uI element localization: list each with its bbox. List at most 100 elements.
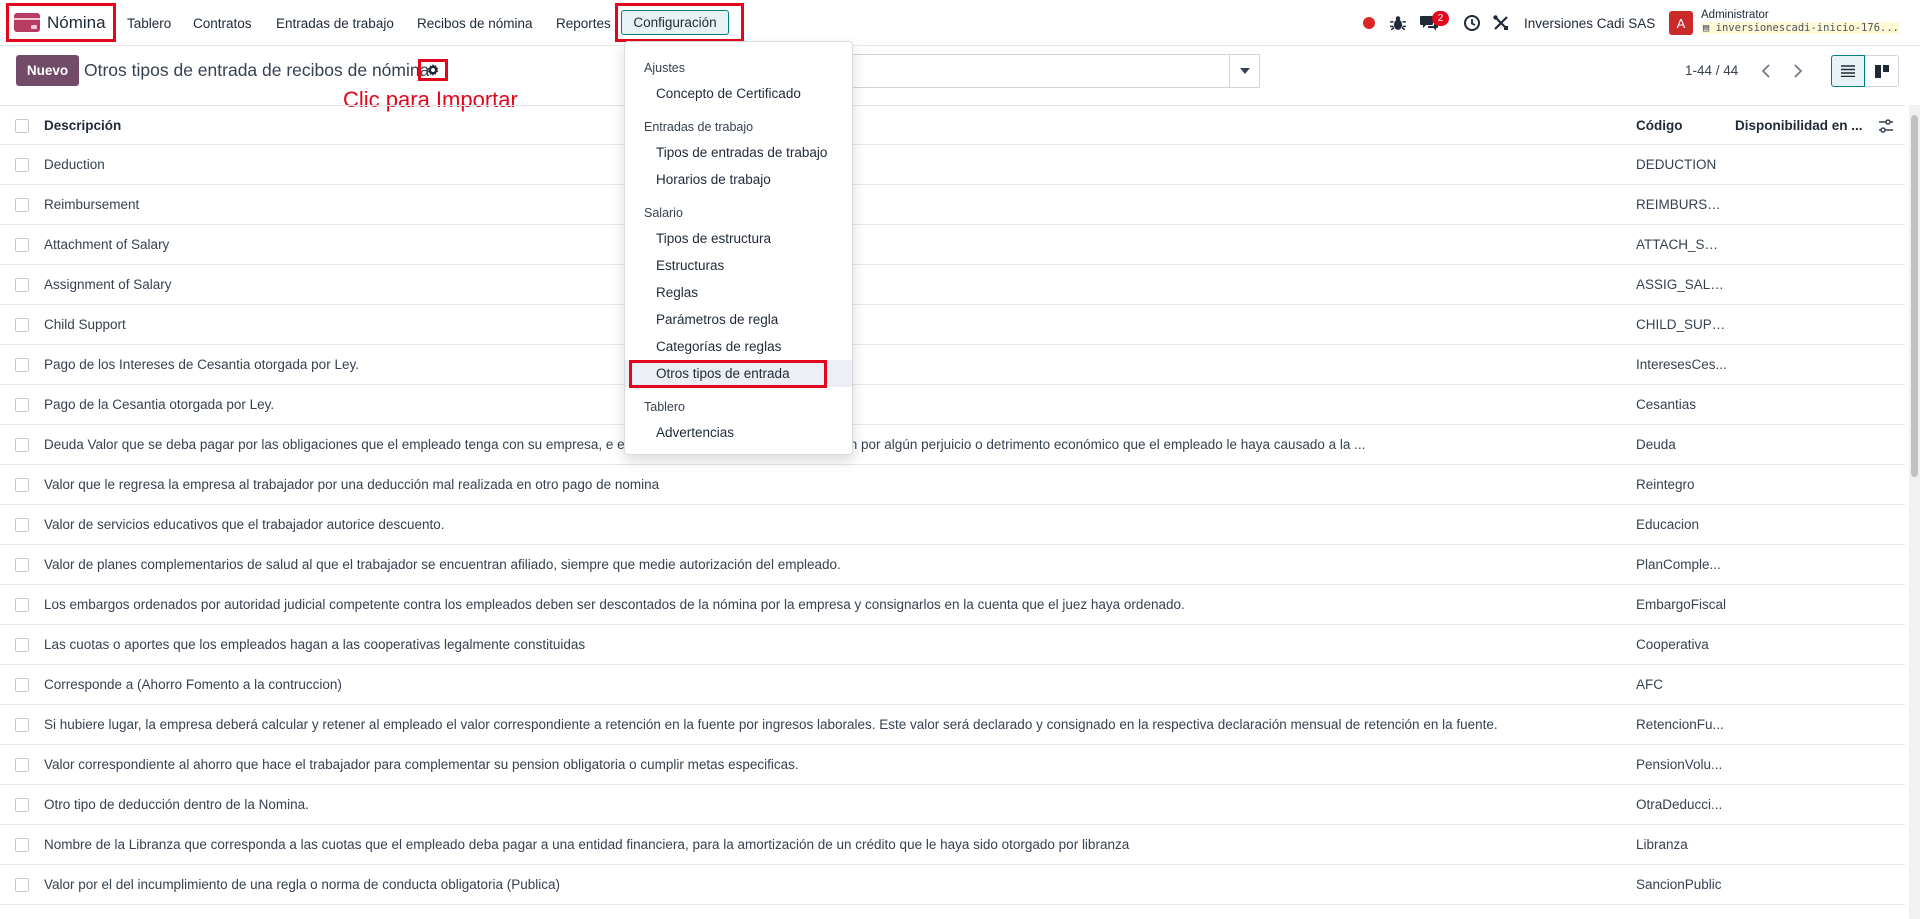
menu-item-reglas[interactable]: Reglas xyxy=(656,285,698,300)
menu-reportes[interactable]: Reportes xyxy=(556,0,611,46)
cell-description[interactable]: Si hubiere lugar, la empresa deberá calc… xyxy=(44,705,1629,745)
row-checkbox[interactable] xyxy=(15,798,29,812)
search-options-toggle[interactable] xyxy=(1229,54,1260,88)
menu-item-categorias-de-reglas[interactable]: Categorías de reglas xyxy=(656,339,781,354)
table-row[interactable]: Nombre de la Libranza que corresponda a … xyxy=(0,825,1905,865)
table-row[interactable]: Corresponde a (Ahorro Fomento a la contr… xyxy=(0,665,1905,705)
table-row[interactable]: Valor de planes complementarios de salud… xyxy=(0,545,1905,585)
row-checkbox[interactable] xyxy=(15,598,29,612)
cell-code[interactable]: REIMBURSE... xyxy=(1636,185,1727,225)
cell-code[interactable]: DEDUCTION xyxy=(1636,145,1727,185)
menu-item-tipos-de-estructura[interactable]: Tipos de estructura xyxy=(656,231,771,246)
menu-item-tipos-de-entradas-de-trabajo[interactable]: Tipos de entradas de trabajo xyxy=(656,145,827,160)
cell-code[interactable]: Cesantias xyxy=(1636,385,1727,425)
cell-description[interactable]: Los embargos ordenados por autoridad jud… xyxy=(44,585,1629,625)
company-switcher[interactable]: Inversiones Cadi SAS xyxy=(1524,0,1655,46)
table-row[interactable]: Deduction DEDUCTION xyxy=(0,145,1905,185)
menu-item-parametros-de-regla[interactable]: Parámetros de regla xyxy=(656,312,778,327)
row-checkbox[interactable] xyxy=(15,318,29,332)
cell-description[interactable]: Nombre de la Libranza que corresponda a … xyxy=(44,825,1629,865)
pager-next-button[interactable] xyxy=(1783,56,1813,86)
menu-tablero[interactable]: Tablero xyxy=(127,0,171,46)
cell-description[interactable]: Valor de servicios educativos que el tra… xyxy=(44,505,1629,545)
table-row[interactable]: Attachment of Salary ATTACH_SAL... xyxy=(0,225,1905,265)
actions-gear-button[interactable] xyxy=(418,59,448,81)
kanban-view-button[interactable] xyxy=(1865,55,1899,87)
table-row[interactable]: Pago de la Cesantia otorgada por Ley. Ces… xyxy=(0,385,1905,425)
cell-description[interactable]: Valor por el del incumplimiento de una r… xyxy=(44,865,1629,905)
menu-entradas-de-trabajo[interactable]: Entradas de trabajo xyxy=(276,0,394,46)
row-checkbox[interactable] xyxy=(15,878,29,892)
table-row[interactable]: Otro tipo de deducción dentro de la Nomi… xyxy=(0,785,1905,825)
cell-code[interactable]: SancionPublic xyxy=(1636,865,1727,905)
cell-code[interactable]: Reintegro xyxy=(1636,465,1727,505)
cell-code[interactable]: Libranza xyxy=(1636,825,1727,865)
cell-description[interactable]: Corresponde a (Ahorro Fomento a la contr… xyxy=(44,665,1629,705)
row-checkbox[interactable] xyxy=(15,158,29,172)
cell-code[interactable]: Cooperativa xyxy=(1636,625,1727,665)
cell-description[interactable]: Valor correspondiente al ahorro que hace… xyxy=(44,745,1629,785)
cell-code[interactable]: Educacion xyxy=(1636,505,1727,545)
pager-value[interactable]: 1-44 / 44 xyxy=(1685,63,1738,78)
table-row[interactable]: Pago de los Intereses de Cesantia otorga… xyxy=(0,345,1905,385)
menu-item-otros-tipos-de-entrada[interactable]: Otros tipos de entrada xyxy=(656,366,790,381)
row-checkbox[interactable] xyxy=(15,718,29,732)
row-checkbox[interactable] xyxy=(15,758,29,772)
cell-code[interactable]: EmbargoFiscal xyxy=(1636,585,1727,625)
activity-clock-icon[interactable] xyxy=(1463,14,1481,32)
table-row[interactable]: Valor que le regresa la empresa al traba… xyxy=(0,465,1905,505)
cell-code[interactable]: ASSIG_SALA... xyxy=(1636,265,1727,305)
menu-recibos-de-nomina[interactable]: Recibos de nómina xyxy=(417,0,533,46)
menu-item-concepto-de-certificado[interactable]: Concepto de Certificado xyxy=(656,86,801,101)
cell-description[interactable]: Otro tipo de deducción dentro de la Nomi… xyxy=(44,785,1629,825)
pager-previous-button[interactable] xyxy=(1751,56,1781,86)
table-row[interactable]: Los embargos ordenados por autoridad jud… xyxy=(0,585,1905,625)
debug-bug-icon[interactable] xyxy=(1389,14,1407,32)
row-checkbox[interactable] xyxy=(15,358,29,372)
cell-code[interactable]: InteresesCes... xyxy=(1636,345,1727,385)
list-scrollbar[interactable] xyxy=(1909,105,1920,919)
table-row[interactable]: Reimbursement REIMBURSE... xyxy=(0,185,1905,225)
cell-description[interactable]: Valor de planes complementarios de salud… xyxy=(44,545,1629,585)
menu-configuracion[interactable]: Configuración xyxy=(621,10,729,35)
cell-code[interactable]: ATTACH_SAL... xyxy=(1636,225,1727,265)
table-row[interactable]: Si hubiere lugar, la empresa deberá calc… xyxy=(0,705,1905,745)
menu-item-advertencias[interactable]: Advertencias xyxy=(656,425,734,440)
table-row[interactable]: Valor de servicios educativos que el tra… xyxy=(0,505,1905,545)
select-all-checkbox[interactable] xyxy=(15,119,29,133)
row-checkbox[interactable] xyxy=(15,438,29,452)
cell-description[interactable]: Las cuotas o aportes que los empleados h… xyxy=(44,625,1629,665)
row-checkbox[interactable] xyxy=(15,558,29,572)
cell-description[interactable]: Valor que le regresa la empresa al traba… xyxy=(44,465,1629,505)
cell-code[interactable]: AFC xyxy=(1636,665,1727,705)
table-row[interactable]: Valor por el del incumplimiento de una r… xyxy=(0,865,1905,905)
table-row[interactable]: Deuda Valor que se deba pagar por las ob… xyxy=(0,425,1905,465)
row-checkbox[interactable] xyxy=(15,238,29,252)
new-button[interactable]: Nuevo xyxy=(16,55,79,86)
user-avatar[interactable]: A xyxy=(1669,11,1693,35)
menu-item-estructuras[interactable]: Estructuras xyxy=(656,258,724,273)
row-checkbox[interactable] xyxy=(15,278,29,292)
row-checkbox[interactable] xyxy=(15,478,29,492)
app-home-button[interactable]: Nómina xyxy=(6,3,116,42)
table-row[interactable]: Las cuotas o aportes que los empleados h… xyxy=(0,625,1905,665)
optional-columns-icon[interactable] xyxy=(1878,118,1894,134)
menu-item-horarios-de-trabajo[interactable]: Horarios de trabajo xyxy=(656,172,771,187)
cell-code[interactable]: Deuda xyxy=(1636,425,1727,465)
user-name[interactable]: Administrator xyxy=(1701,9,1769,21)
recording-indicator-icon[interactable] xyxy=(1363,17,1375,29)
list-view-button[interactable] xyxy=(1831,55,1865,87)
tools-icon[interactable] xyxy=(1492,14,1510,32)
cell-code[interactable]: RetencionFu... xyxy=(1636,705,1727,745)
cell-code[interactable]: PlanComple... xyxy=(1636,545,1727,585)
row-checkbox[interactable] xyxy=(15,638,29,652)
row-checkbox[interactable] xyxy=(15,518,29,532)
column-header-codigo[interactable]: Código xyxy=(1636,106,1683,146)
search-input[interactable] xyxy=(838,54,1260,88)
cell-code[interactable]: PensionVolu... xyxy=(1636,745,1727,785)
cell-code[interactable]: OtraDeducci... xyxy=(1636,785,1727,825)
scrollbar-thumb[interactable] xyxy=(1911,115,1918,477)
row-checkbox[interactable] xyxy=(15,198,29,212)
row-checkbox[interactable] xyxy=(15,398,29,412)
cell-code[interactable]: CHILD_SUPP... xyxy=(1636,305,1727,345)
